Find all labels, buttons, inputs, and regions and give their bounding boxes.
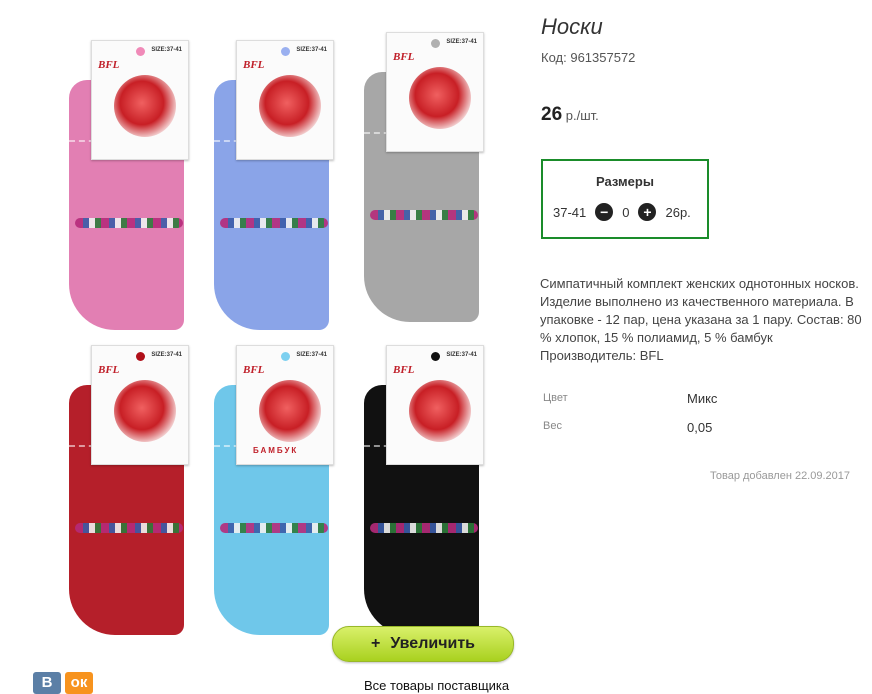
sock-grey: SIZE:37-41 BFL: [350, 32, 490, 327]
attr-color-value: Микс: [687, 391, 718, 406]
plus-icon: +: [370, 635, 381, 652]
flower-pattern: [220, 523, 328, 533]
rose-logo: [409, 67, 471, 129]
rose-logo: [114, 380, 176, 442]
rose-logo: [259, 380, 321, 442]
added-date: Товар добавлен 22.09.2017: [710, 470, 851, 482]
rose-logo: [114, 75, 176, 137]
attr-weight-label: Вес: [543, 420, 562, 432]
flower-pattern: [75, 218, 183, 228]
size-label: 37-41: [553, 204, 587, 220]
quantity-value[interactable]: 0: [622, 205, 629, 220]
product-tag: SIZE:37-41 BFL: [386, 345, 484, 465]
rose-logo: [259, 75, 321, 137]
product-tag: SIZE:37-41 BFL: [91, 40, 189, 160]
product-tag: SIZE:37-41 BFL БАМБУК: [236, 345, 334, 465]
ok-share-icon[interactable]: ок: [65, 672, 93, 694]
flower-pattern: [220, 218, 328, 228]
sizes-title: Размеры: [596, 174, 654, 189]
product-image[interactable]: SIZE:37-41 BFL SIZE:37-41 BFL SIZE:37-41…: [40, 30, 510, 635]
product-price: 26 р./шт.: [541, 104, 599, 125]
minus-icon[interactable]: −: [595, 203, 614, 221]
zoom-button[interactable]: + Увеличить: [332, 626, 514, 662]
sock-red: SIZE:37-41 BFL: [55, 345, 195, 640]
product-title: Носки: [541, 14, 603, 39]
product-tag: SIZE:37-41 BFL: [236, 40, 334, 160]
sock-pink: SIZE:37-41 BFL: [55, 40, 195, 335]
sock-blue: SIZE:37-41 BFL: [200, 40, 340, 335]
attr-color-label: Цвет: [543, 392, 568, 404]
size-price: 26р.: [665, 204, 691, 220]
flower-pattern: [370, 523, 478, 533]
product-tag: SIZE:37-41 BFL: [91, 345, 189, 465]
attr-weight-value: 0,05: [687, 420, 713, 435]
supplier-link[interactable]: Все товары поставщика: [364, 678, 509, 693]
product-code: Код: 961357572: [541, 50, 636, 65]
sock-black: SIZE:37-41 BFL: [350, 345, 490, 640]
flower-pattern: [75, 523, 183, 533]
rose-logo: [409, 380, 471, 442]
product-tag: SIZE:37-41 BFL: [386, 32, 484, 152]
sizes-box: Размеры 37-41 − 0 + 26р.: [541, 159, 709, 239]
size-row: 37-41 − 0 + 26р.: [553, 203, 691, 221]
flower-pattern: [370, 210, 478, 220]
vk-share-icon[interactable]: В: [33, 672, 61, 694]
plus-icon[interactable]: +: [638, 203, 657, 221]
product-description: Симпатичный комплект женских однотонных …: [540, 276, 862, 363]
sock-light-blue: SIZE:37-41 BFL БАМБУК: [200, 345, 340, 640]
